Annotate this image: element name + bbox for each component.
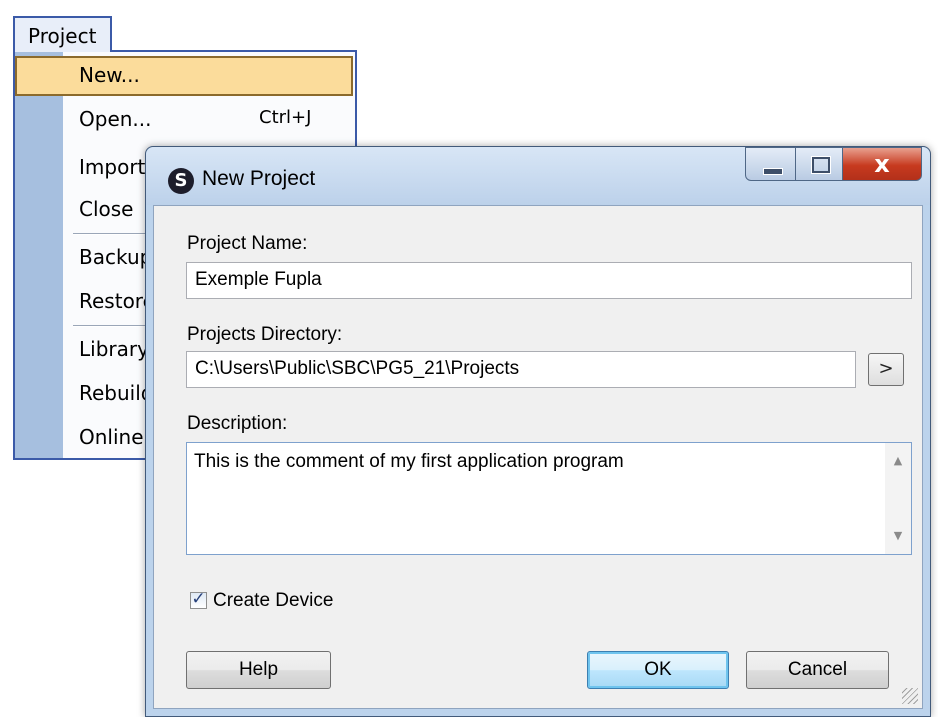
- description-label: Description:: [187, 413, 288, 434]
- scroll-up-icon[interactable]: ▲: [885, 449, 911, 473]
- projects-directory-label: Projects Directory:: [187, 324, 343, 345]
- help-button[interactable]: Help: [186, 651, 331, 689]
- projects-directory-input[interactable]: C:\Users\Public\SBC\PG5_21\Projects: [186, 351, 856, 388]
- menu-item-label: New...: [79, 63, 140, 87]
- ok-button[interactable]: OK: [587, 651, 729, 689]
- checkmark-icon: ✓: [191, 589, 206, 609]
- menu-item-new[interactable]: New...: [15, 56, 353, 96]
- dialog-title: New Project: [202, 167, 316, 190]
- menu-item-label: Restore: [79, 289, 155, 313]
- menu-item-label: Online: [79, 425, 144, 449]
- minimize-button[interactable]: [745, 147, 796, 181]
- menu-item-label: Library: [79, 337, 149, 361]
- menu-tab-project[interactable]: Project: [13, 16, 112, 52]
- new-project-dialog: S New Project x Project Name: Exemple Fu…: [145, 146, 931, 717]
- menu-item-label: Open...: [79, 107, 152, 131]
- menu-title: Project: [28, 24, 97, 48]
- close-icon: x: [874, 150, 890, 178]
- project-name-input[interactable]: Exemple Fupla: [186, 262, 912, 299]
- description-textarea[interactable]: This is the comment of my first applicat…: [186, 442, 912, 555]
- project-name-label: Project Name:: [187, 233, 308, 254]
- menu-item-open[interactable]: Open... Ctrl+J: [15, 100, 355, 140]
- saia-s-icon: S: [168, 168, 194, 194]
- scroll-down-icon[interactable]: ▼: [885, 524, 911, 548]
- description-scrollbar[interactable]: ▲ ▼: [885, 443, 911, 554]
- dialog-body: Project Name: Exemple Fupla Projects Dir…: [153, 205, 923, 709]
- resize-grip[interactable]: [902, 688, 918, 704]
- menu-item-label: Close: [79, 197, 134, 221]
- create-device-label[interactable]: Create Device: [213, 590, 333, 612]
- maximize-icon: [812, 157, 830, 173]
- minimize-icon: [763, 168, 783, 175]
- browse-directory-button[interactable]: >: [868, 353, 904, 386]
- menu-item-label: Import: [79, 155, 146, 179]
- menu-item-shortcut: Ctrl+J: [259, 107, 312, 128]
- menu-item-label: Rebuild: [79, 381, 154, 405]
- description-text: This is the comment of my first applicat…: [194, 451, 624, 472]
- menu-item-label: Backup: [79, 245, 153, 269]
- maximize-button[interactable]: [795, 147, 843, 181]
- create-device-checkbox[interactable]: ✓: [190, 589, 207, 609]
- cancel-button[interactable]: Cancel: [746, 651, 889, 689]
- close-button[interactable]: x: [842, 147, 922, 181]
